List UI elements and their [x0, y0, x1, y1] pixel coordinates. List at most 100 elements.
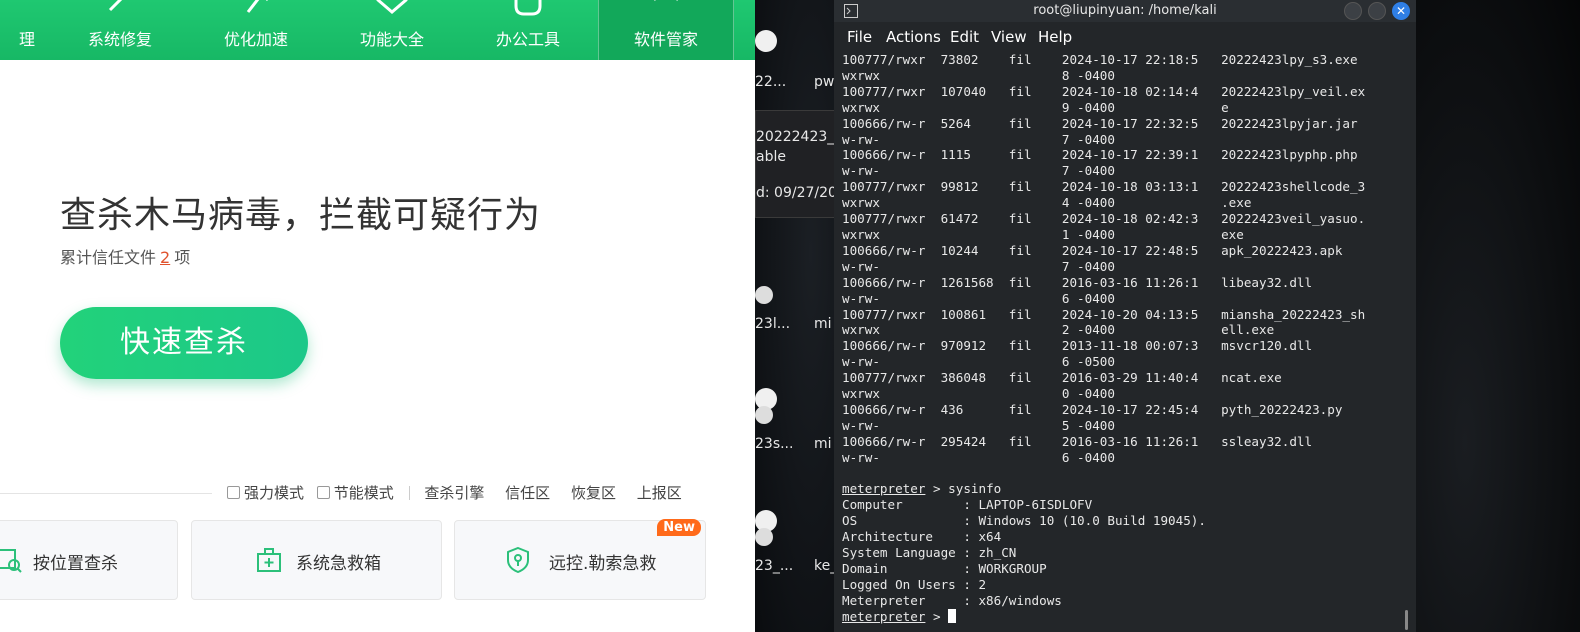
listing-line: wxrwx 4 -0400 .exe	[842, 195, 1252, 211]
window-title: root@liupinyuan: /home/kali	[1033, 3, 1217, 18]
new-badge: New	[657, 519, 701, 536]
listing-line: wxrwx 8 -0400	[842, 67, 1222, 83]
nav-item-software-manager[interactable]: 软件管家	[598, 0, 734, 60]
quick-scan-button[interactable]: 快速查杀	[60, 307, 308, 379]
sysinfo-line: Domain : WORKGROUP	[842, 561, 1047, 576]
nav-item-features[interactable]: 功能大全	[327, 0, 457, 60]
listing-line: w-rw- 5 -0400	[842, 417, 1222, 433]
system-first-aid-card[interactable]: 系统急救箱	[191, 520, 442, 600]
scan-engine-link[interactable]: 查杀引擎	[424, 482, 484, 503]
text-cursor	[948, 608, 957, 623]
sysinfo-line: System Language : zh_CN	[842, 545, 1017, 561]
lock-icon	[755, 286, 773, 304]
desktop-file-label[interactable]: pw	[814, 74, 834, 90]
briefcase-icon	[514, 0, 542, 16]
restore-zone-link[interactable]: 恢复区	[571, 482, 616, 503]
menu-actions[interactable]: Actions	[886, 28, 941, 46]
listing-line: 100666/rw-r 1115 fil 2024-10-17 22:39:1 …	[842, 147, 1358, 163]
menu-edit[interactable]: Edit	[950, 28, 979, 46]
tool-label: 远控.勒索急救	[549, 554, 657, 574]
nav-item-cleanup[interactable]: 理	[0, 0, 45, 60]
listing-line: w-rw- 6 -0400	[842, 290, 1222, 306]
sysinfo-line: Architecture : x64	[842, 529, 1002, 545]
nav-item-optimize[interactable]: 优化加速	[191, 0, 321, 60]
minimize-button[interactable]	[1344, 2, 1362, 20]
box-icon	[376, 0, 408, 14]
trust-zone-link[interactable]: 信任区	[505, 482, 550, 503]
nav-label: 功能大全	[359, 30, 424, 49]
eco-mode-label[interactable]: 节能模式	[334, 482, 394, 503]
listing-line: 100666/rw-r 970912 fil 2013-11-18 00:07:…	[842, 338, 1313, 354]
listing-line: w-rw- 7 -0400	[842, 163, 1222, 179]
trusted-count-link[interactable]: 2	[160, 248, 170, 267]
listing-line: w-rw- 6 -0500	[842, 354, 1222, 370]
listing-line: wxrwx 9 -0400 e	[842, 99, 1229, 115]
desktop-file-label[interactable]: 23l...	[755, 316, 790, 332]
nav-item-office-tools[interactable]: 办公工具	[463, 0, 593, 60]
desktop-file-label[interactable]: 23_...	[755, 558, 793, 574]
terminal-output[interactable]: 100777/rwxr 73802 fil 2024-10-17 22:18:5…	[842, 52, 1412, 625]
wrench-icon	[108, 0, 123, 12]
listing-line: w-rw- 7 -0400	[842, 131, 1222, 147]
gear-icon[interactable]	[755, 30, 777, 52]
terminal-menubar: File Actions Edit View Help	[834, 22, 1416, 50]
lock-icon	[755, 528, 773, 546]
listing-line: wxrwx 2 -0400 ell.exe	[842, 322, 1275, 338]
desktop-file-label[interactable]: ke_	[814, 558, 835, 574]
trusted-prefix: 累计信任文件	[60, 248, 157, 267]
nav-label: 办公工具	[495, 30, 560, 49]
top-nav-bar: 理 系统修复 优化加速 功能大全 办公工具 软件管家	[0, 0, 755, 60]
menu-file[interactable]: File	[847, 28, 872, 46]
listing-line: wxrwx 0 -0400	[842, 386, 1222, 402]
remote-ransomware-rescue-card[interactable]: 远控.勒索急救 New	[454, 519, 706, 600]
nav-label: 系统修复	[87, 30, 152, 49]
desktop-file-label[interactable]: mi	[814, 316, 832, 332]
menu-help[interactable]: Help	[1038, 28, 1072, 46]
first-aid-kit-icon	[257, 548, 281, 572]
nav-label: 软件管家	[633, 30, 698, 49]
shield-lock-icon	[507, 547, 529, 573]
apps-icon	[654, 0, 678, 2]
sysinfo-line: Meterpreter : x86/windows	[842, 592, 1062, 608]
tool-label: 系统急救箱	[296, 554, 381, 574]
listing-line: 100666/rw-r 5264 fil 2024-10-17 22:32:5 …	[842, 115, 1358, 131]
power-mode-checkbox[interactable]	[227, 486, 240, 499]
report-zone-link[interactable]: 上报区	[637, 482, 682, 503]
nav-item-system-repair[interactable]: 系统修复	[55, 0, 185, 60]
terminal-titlebar: root@liupinyuan: /home/kali ✕	[834, 0, 1416, 22]
listing-line: 100777/rwxr 100861 fil 2024-10-20 04:13:…	[842, 306, 1366, 322]
listing-line: 100666/rw-r 295424 fil 2016-03-16 11:26:…	[842, 433, 1313, 449]
rocket-icon	[246, 0, 268, 13]
nav-label: 理	[18, 30, 35, 49]
prompt-word: meterpreter	[842, 481, 926, 497]
trusted-suffix: 项	[174, 248, 191, 267]
sysinfo-line: OS : Windows 10 (10.0 Build 19045).	[842, 513, 1206, 529]
menu-view[interactable]: View	[991, 28, 1027, 46]
listing-line: 100666/rw-r 436 fil 2024-10-17 22:45:4 p…	[842, 401, 1343, 417]
terminal-window: root@liupinyuan: /home/kali ✕ File Actio…	[834, 0, 1416, 632]
screen: 理 系统修复 优化加速 功能大全 办公工具 软件管家 查杀木马病毒，拦截可疑行为…	[0, 0, 1580, 632]
antivirus-window: 理 系统修复 优化加速 功能大全 办公工具 软件管家 查杀木马病毒，拦截可疑行为…	[0, 0, 755, 632]
eco-mode-checkbox[interactable]	[316, 486, 330, 499]
close-button[interactable]: ✕	[1392, 2, 1410, 20]
desktop-file-label[interactable]: 23s...	[755, 436, 793, 452]
desktop-file-label[interactable]: mi	[814, 436, 832, 452]
listing-line: 100777/rwxr 73802 fil 2024-10-17 22:18:5…	[842, 52, 1358, 67]
listing-line: wxrwx 1 -0400 exe	[842, 226, 1244, 242]
power-mode-label[interactable]: 强力模式	[244, 482, 304, 503]
nav-label: 优化加速	[223, 30, 288, 49]
listing-line: 100777/rwxr 61472 fil 2024-10-18 02:42:3…	[842, 211, 1366, 227]
trusted-files-summary: 累计信任文件 2 项	[60, 244, 190, 268]
terminal-scrollbar[interactable]	[1405, 610, 1408, 630]
prompt-line: meterpreter >	[842, 608, 1412, 625]
scan-by-location-card[interactable]: 按位置查杀	[0, 520, 178, 600]
desktop-background: 22... pw 23l... mi 23s... mi 23_... ke_	[755, 0, 835, 632]
sysinfo-line: Logged On Users : 2	[842, 576, 987, 592]
listing-line: w-rw- 6 -0400	[842, 449, 1222, 465]
divider	[0, 493, 212, 494]
maximize-button[interactable]	[1368, 2, 1386, 20]
lock-icon	[755, 406, 773, 424]
separator	[408, 485, 410, 500]
desktop-file-label[interactable]: 22...	[755, 74, 786, 90]
